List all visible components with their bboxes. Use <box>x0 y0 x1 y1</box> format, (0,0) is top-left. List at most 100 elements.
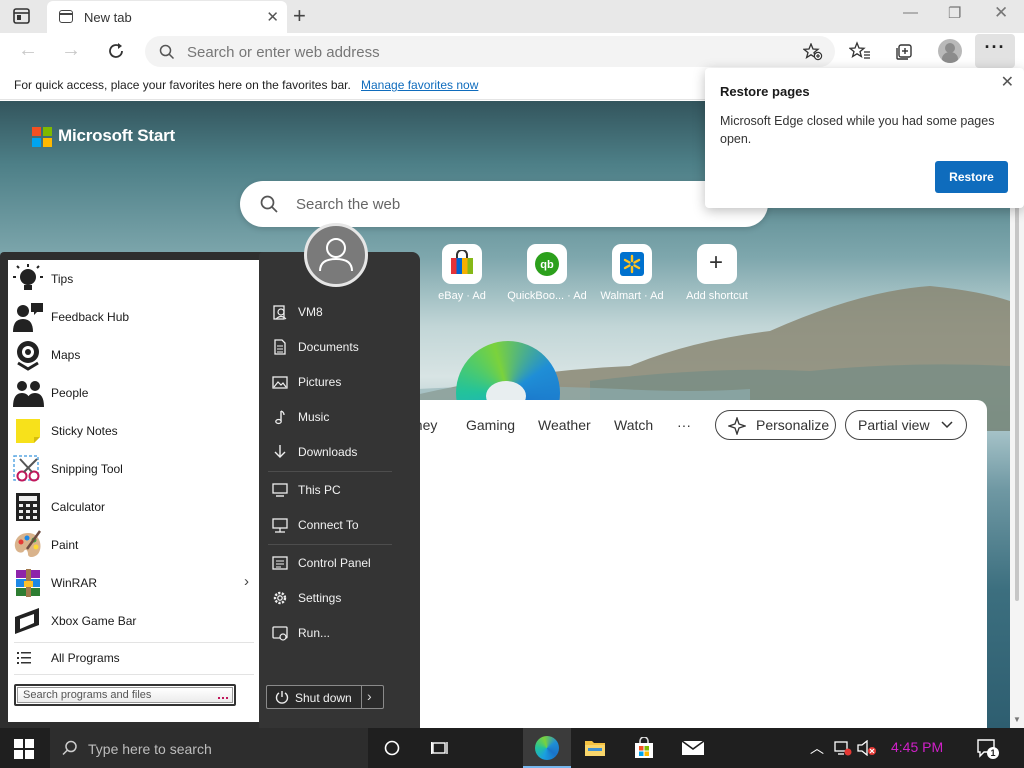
collections-icon[interactable] <box>894 41 914 61</box>
program-xbox-game-bar[interactable]: Xbox Game Bar <box>8 602 259 640</box>
shutdown-button[interactable]: Shut down › <box>266 685 384 709</box>
new-tab-button[interactable]: + <box>293 3 306 29</box>
brand-title: Microsoft Start <box>58 126 175 145</box>
paint-palette-icon <box>14 530 42 557</box>
start-button[interactable] <box>0 728 50 768</box>
add-shortcut-button[interactable]: + Add shortcut <box>672 244 762 302</box>
program-people[interactable]: People <box>8 374 259 412</box>
program-label: Sticky Notes <box>51 424 118 438</box>
search-icon <box>159 44 175 60</box>
edge-icon <box>535 736 559 760</box>
taskbar-app-mail[interactable] <box>669 728 717 768</box>
notification-center-button[interactable]: 1 <box>976 738 999 759</box>
all-programs-button[interactable]: All Programs <box>8 644 259 672</box>
scroll-down-icon[interactable]: ▼ <box>1013 715 1021 724</box>
place-connect-to[interactable]: Connect To <box>268 510 398 540</box>
web-search-box[interactable]: Search the web <box>240 181 768 227</box>
program-paint[interactable]: Paint <box>8 526 259 564</box>
forward-button[interactable]: → <box>61 39 81 62</box>
network-icon[interactable] <box>834 740 852 756</box>
all-programs-label: All Programs <box>51 651 120 665</box>
quick-link-label: QuickBoo... · Ad <box>507 290 587 302</box>
shutdown-label: Shut down <box>295 691 352 705</box>
taskbar-search-placeholder: Type here to search <box>88 741 212 757</box>
settings-and-more-button[interactable]: ··· <box>975 34 1015 68</box>
gear-icon <box>273 591 287 605</box>
user-avatar-icon[interactable] <box>304 223 368 287</box>
folder-icon <box>585 741 605 756</box>
address-bar[interactable]: Search or enter web address <box>145 36 835 67</box>
close-icon[interactable]: ✕ <box>1001 72 1014 92</box>
list-icon <box>17 652 31 664</box>
place-settings[interactable]: Settings <box>268 583 398 613</box>
place-control-panel[interactable]: Control Panel <box>268 548 398 578</box>
tab-new-tab[interactable]: New tab ✕ <box>47 1 287 33</box>
program-tips[interactable]: Tips <box>8 260 259 298</box>
add-favorite-icon[interactable] <box>803 43 823 61</box>
minimize-button[interactable]: — <box>903 4 918 21</box>
chevron-right-icon[interactable]: › <box>244 573 249 590</box>
program-maps[interactable]: Maps <box>8 336 259 374</box>
view-select-label: Partial view <box>858 417 930 433</box>
program-label: Xbox Game Bar <box>51 614 137 628</box>
svg-text:qb: qb <box>540 259 554 271</box>
program-calculator[interactable]: Calculator <box>8 488 259 526</box>
place-vm8[interactable]: VM8 <box>268 297 398 327</box>
taskbar-search-box[interactable]: Type here to search <box>50 728 368 768</box>
show-hidden-icons-chevron-icon[interactable]: ︿ <box>810 738 824 758</box>
program-feedback-hub[interactable]: Feedback Hub <box>8 298 259 336</box>
quick-link-ebay[interactable]: eBay · Ad <box>417 244 507 302</box>
taskbar-app-edge[interactable] <box>523 728 571 768</box>
quick-link-label: eBay · Ad <box>438 290 486 302</box>
feed-tab-weather[interactable]: Weather <box>538 417 591 433</box>
close-window-button[interactable]: ✕ <box>994 3 1008 23</box>
news-feed-panel: oney Gaming Weather Watch ··· Personaliz… <box>395 400 987 728</box>
back-button[interactable]: ← <box>18 39 38 62</box>
place-downloads[interactable]: Downloads <box>268 437 398 467</box>
place-run[interactable]: Run... <box>268 618 398 648</box>
close-tab-icon[interactable]: ✕ <box>266 8 279 26</box>
tab-actions-icon[interactable] <box>12 7 32 25</box>
restore-button[interactable]: Restore <box>935 161 1008 193</box>
taskbar-app-file-explorer[interactable] <box>571 728 619 768</box>
search-indicator <box>218 697 228 699</box>
music-note-icon <box>275 410 285 425</box>
start-search-box[interactable]: Search programs and files <box>14 684 236 706</box>
refresh-icon[interactable] <box>106 41 126 61</box>
taskbar-app-store[interactable] <box>620 728 668 768</box>
volume-muted-icon[interactable] <box>857 740 877 756</box>
restore-pages-dialog: ✕ Restore pages Microsoft Edge closed wh… <box>705 68 1024 208</box>
place-label: Settings <box>298 591 342 605</box>
search-icon <box>62 740 77 756</box>
manage-favorites-link[interactable]: Manage favorites now <box>361 78 478 92</box>
quick-link-walmart[interactable]: Walmart · Ad <box>587 244 677 302</box>
scroll-thumb[interactable] <box>1015 201 1019 601</box>
toolbar: ← → Search or enter web address ··· <box>0 33 1024 70</box>
personalize-button[interactable]: Personalize <box>715 410 836 440</box>
profile-avatar-icon[interactable] <box>938 39 962 63</box>
taskbar: Type here to search ︿ 4:45 PM 1 <box>0 728 1024 768</box>
shutdown-options-chevron-icon[interactable]: › <box>367 688 372 704</box>
quick-link-quickbooks[interactable]: qb QuickBoo... · Ad <box>502 244 592 302</box>
program-winrar[interactable]: WinRAR › <box>8 564 259 602</box>
xbox-game-bar-icon <box>15 608 39 634</box>
place-this-pc[interactable]: This PC <box>268 475 398 505</box>
restore-window-button[interactable]: ❐ <box>948 4 961 22</box>
place-music[interactable]: Music <box>268 402 398 432</box>
favorites-icon[interactable] <box>849 41 871 61</box>
place-label: Control Panel <box>298 556 371 570</box>
program-snipping-tool[interactable]: Snipping Tool <box>8 450 259 488</box>
cortana-button[interactable] <box>368 728 416 768</box>
place-documents[interactable]: Documents <box>268 332 398 362</box>
feed-more-button[interactable]: ··· <box>677 417 691 433</box>
taskbar-clock[interactable]: 4:45 PM <box>891 739 943 755</box>
task-view-button[interactable] <box>416 728 464 768</box>
place-pictures[interactable]: Pictures <box>268 367 398 397</box>
feed-tab-watch[interactable]: Watch <box>614 417 653 433</box>
view-select[interactable]: Partial view <box>845 410 967 440</box>
walmart-icon <box>620 252 644 276</box>
program-sticky-notes[interactable]: Sticky Notes <box>8 412 259 450</box>
feed-tab-gaming[interactable]: Gaming <box>466 417 515 433</box>
dialog-message: Microsoft Edge closed while you had some… <box>720 114 995 146</box>
place-label: This PC <box>298 483 341 497</box>
